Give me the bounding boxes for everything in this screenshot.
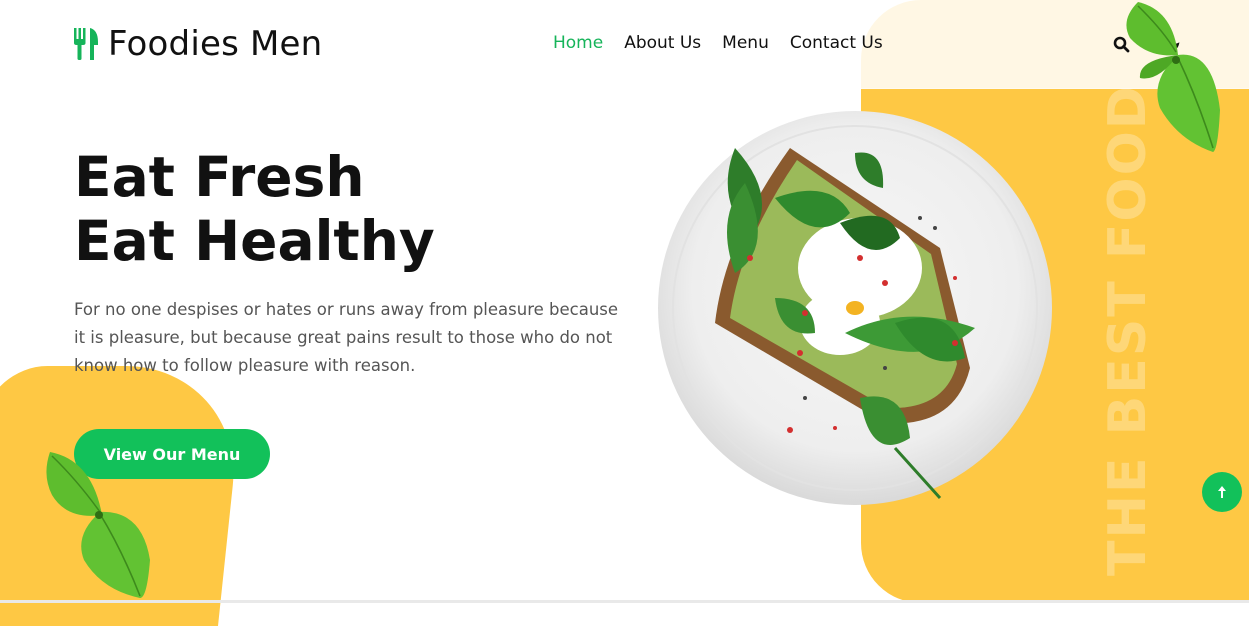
nav-item-about-us[interactable]: About Us	[624, 33, 701, 53]
nav-item-menu[interactable]: Menu	[722, 33, 769, 53]
food-plate-image	[658, 111, 1052, 505]
hero-description: For no one despises or hates or runs awa…	[74, 300, 619, 375]
nav-item-home[interactable]: Home	[553, 33, 603, 53]
brand-name: Foodies Men	[108, 24, 323, 64]
arrow-up-icon	[1218, 486, 1226, 498]
logo[interactable]: Foodies Men	[72, 24, 322, 64]
mint-leaf-top	[1126, 2, 1220, 152]
main-nav: Home About Us Menu Contact Us	[553, 33, 883, 53]
fork-knife-icon	[74, 28, 98, 60]
hero-title-line-2: Eat Healthy	[74, 209, 435, 273]
side-decorative-text: THE BEST FOOD	[1098, 84, 1158, 576]
site-header: Foodies Men Home About Us Menu Contact U…	[0, 0, 1249, 89]
hero-title: Eat Fresh Eat Healthy	[74, 145, 435, 273]
scroll-to-top-button[interactable]	[1202, 472, 1242, 512]
hero-title-line-1: Eat Fresh	[74, 145, 365, 209]
nav-item-contact-us[interactable]: Contact Us	[790, 33, 883, 53]
mint-leaf-bottom	[46, 452, 150, 598]
